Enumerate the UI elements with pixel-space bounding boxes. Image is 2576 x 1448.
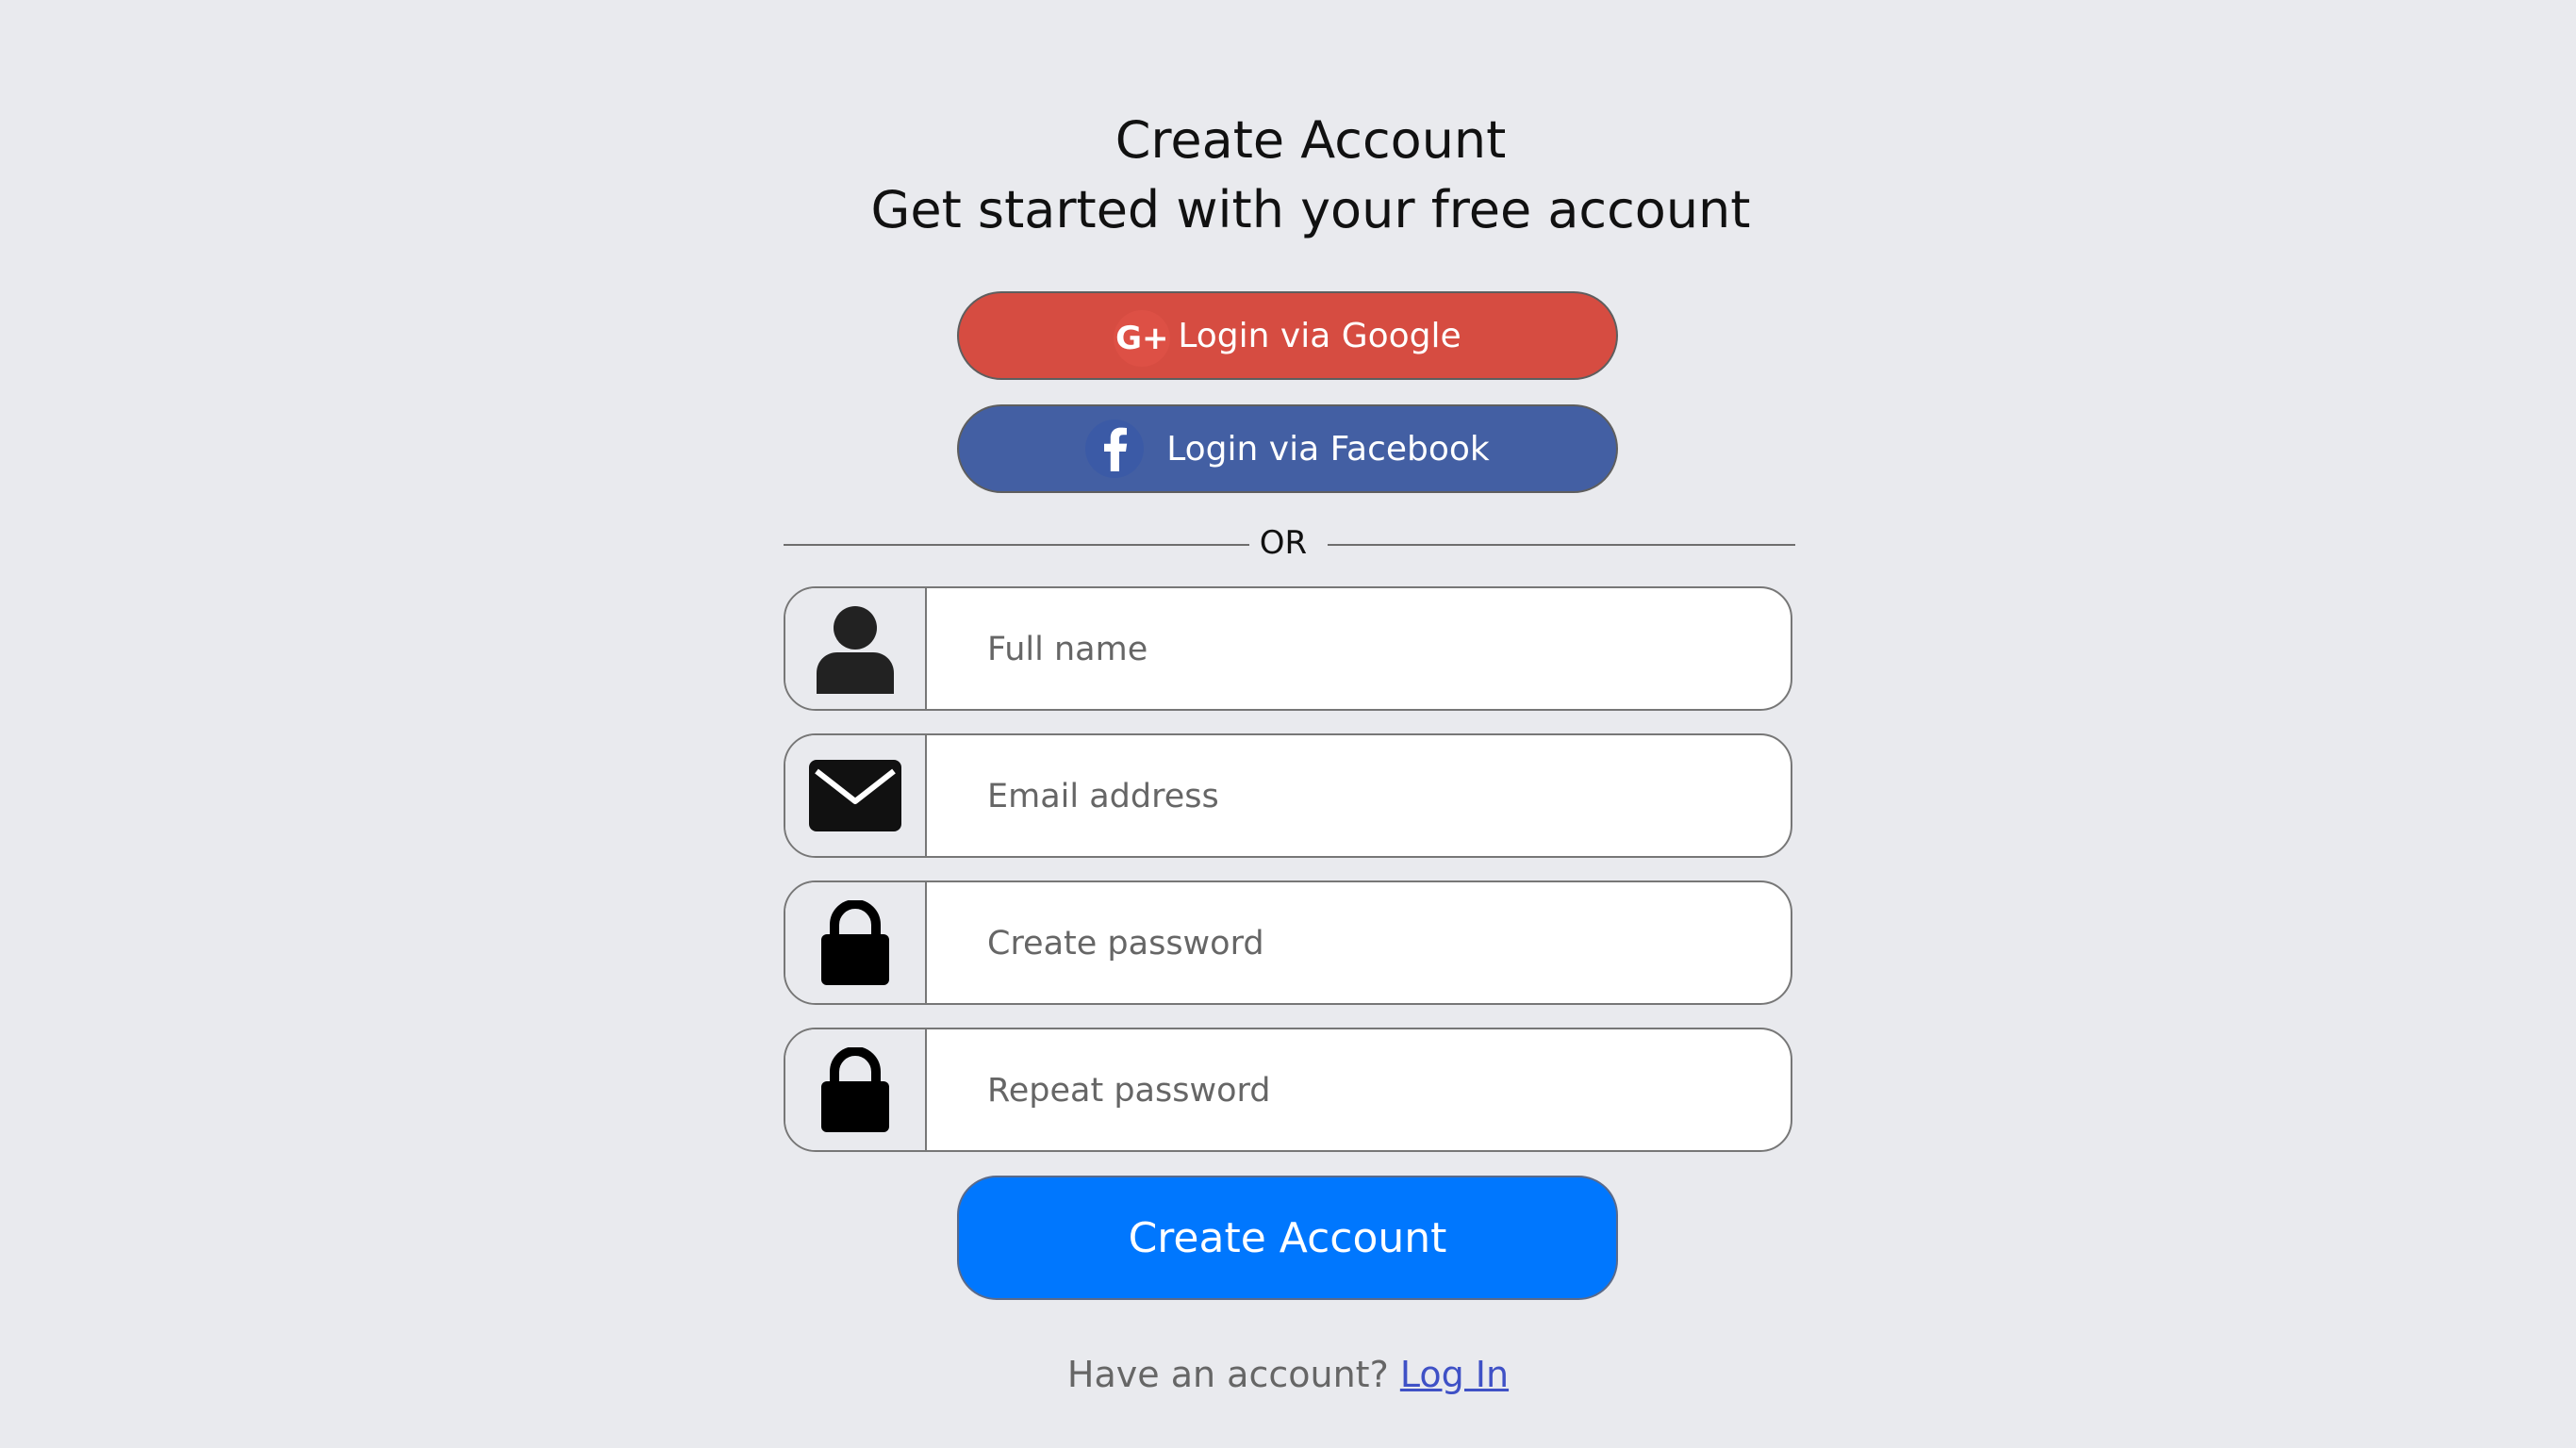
full-name-icon-box bbox=[785, 588, 927, 709]
lock-icon bbox=[821, 900, 889, 985]
login-google-label: Login via Google bbox=[1178, 316, 1461, 355]
have-account-text: Have an account? bbox=[1066, 1354, 1389, 1395]
repeat-password-field bbox=[784, 1028, 1792, 1152]
lock-icon bbox=[821, 1047, 889, 1132]
repeat-password-input[interactable] bbox=[927, 1029, 1791, 1150]
create-account-label: Create Account bbox=[1128, 1213, 1447, 1262]
email-icon-box bbox=[785, 735, 927, 856]
full-name-field bbox=[784, 586, 1792, 711]
user-icon bbox=[817, 606, 894, 694]
login-prompt: Have an account? Log In bbox=[0, 1354, 2576, 1395]
facebook-icon bbox=[1085, 420, 1145, 478]
page-title: Create Account bbox=[1115, 110, 1507, 170]
create-account-page: Create Account Get started with your fre… bbox=[0, 0, 2576, 1448]
email-field bbox=[784, 733, 1792, 858]
create-password-field bbox=[784, 880, 1792, 1005]
email-input[interactable] bbox=[927, 735, 1791, 856]
repeat-password-icon-box bbox=[785, 1029, 927, 1150]
create-password-icon-box bbox=[785, 882, 927, 1003]
envelope-icon bbox=[809, 760, 901, 831]
google-plus-icon: G+ bbox=[1114, 310, 1171, 367]
login-facebook-button[interactable]: Login via Facebook bbox=[957, 404, 1618, 493]
login-google-button[interactable]: G+ Login via Google bbox=[957, 291, 1618, 380]
divider-line-left bbox=[784, 544, 1249, 546]
divider-line-right bbox=[1328, 544, 1795, 546]
create-password-input[interactable] bbox=[927, 882, 1791, 1003]
login-link[interactable]: Log In bbox=[1400, 1354, 1509, 1395]
login-facebook-label: Login via Facebook bbox=[1166, 429, 1490, 469]
create-account-button[interactable]: Create Account bbox=[957, 1176, 1618, 1300]
page-subtitle: Get started with your free account bbox=[870, 180, 1751, 239]
divider-or: OR bbox=[1259, 524, 1308, 562]
full-name-input[interactable] bbox=[927, 588, 1791, 709]
